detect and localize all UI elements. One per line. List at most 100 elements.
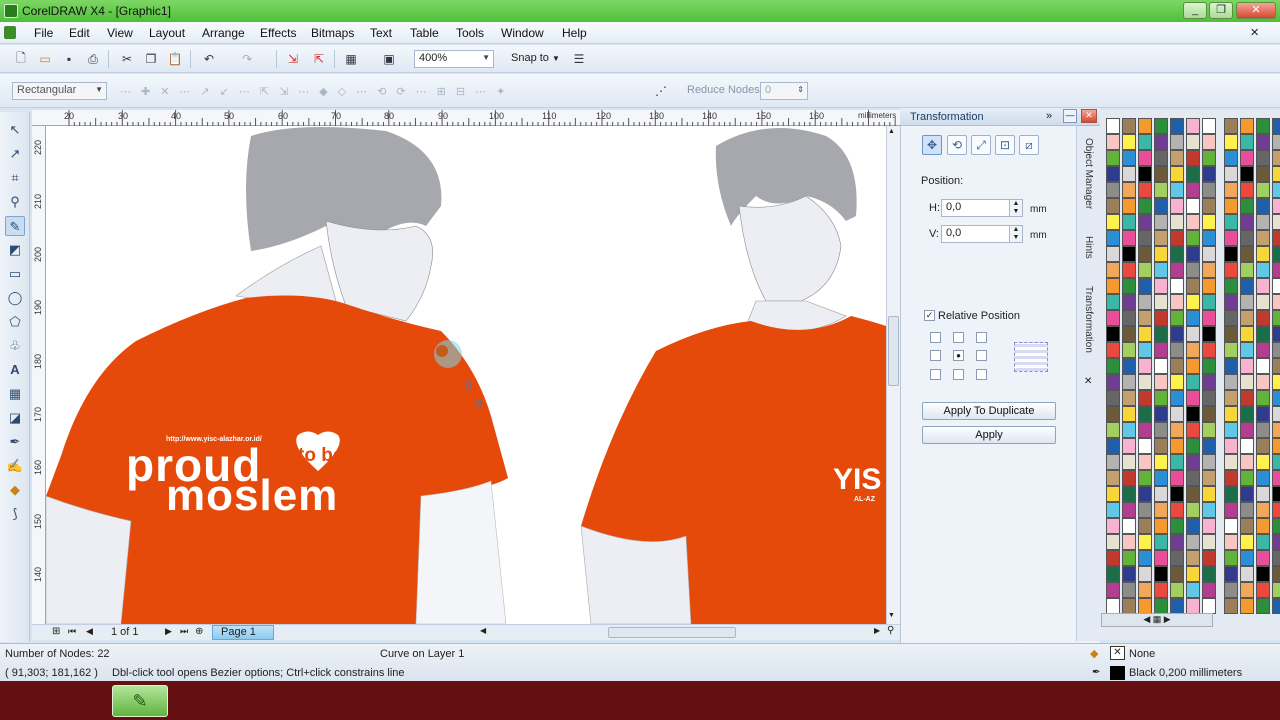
menu-arrange[interactable]: Arrange [202, 26, 245, 40]
palette-swatch[interactable] [1202, 374, 1216, 390]
palette-swatch[interactable] [1186, 230, 1200, 246]
palette-swatch[interactable] [1240, 598, 1254, 614]
palette-swatch[interactable] [1224, 438, 1238, 454]
palette-swatch[interactable] [1202, 486, 1216, 502]
menu-file[interactable]: File [34, 26, 53, 40]
coreldraw-app-icon[interactable] [4, 4, 18, 18]
palette-swatch[interactable] [1154, 486, 1168, 502]
smart-fill-icon[interactable]: ◩ [5, 240, 25, 260]
palette-swatch[interactable] [1240, 358, 1254, 374]
palette-swatch[interactable] [1256, 390, 1270, 406]
palette-swatch[interactable] [1272, 118, 1280, 134]
zoom-level-combo[interactable]: 400% ▼ [414, 50, 494, 68]
palette-swatch[interactable] [1202, 342, 1216, 358]
selection-mode-combo[interactable]: Rectangular ▼ [12, 82, 107, 100]
palette-swatch[interactable] [1154, 374, 1168, 390]
new-icon[interactable]: 🗋 [12, 50, 30, 68]
print-icon[interactable]: ⎙ [84, 50, 102, 68]
palette-swatch[interactable] [1186, 374, 1200, 390]
palette-swatch[interactable] [1154, 502, 1168, 518]
palette-swatch[interactable] [1170, 230, 1184, 246]
palette-swatch[interactable] [1256, 294, 1270, 310]
palette-swatch[interactable] [1154, 518, 1168, 534]
palette-swatch[interactable] [1122, 134, 1136, 150]
palette-swatch[interactable] [1240, 198, 1254, 214]
apply-button[interactable]: Apply [922, 426, 1056, 444]
palette-swatch[interactable] [1224, 550, 1238, 566]
minimize-button[interactable]: _ [1183, 2, 1207, 19]
palette-swatch[interactable] [1106, 438, 1120, 454]
palette-swatch[interactable] [1240, 470, 1254, 486]
palette-swatch[interactable] [1186, 566, 1200, 582]
palette-swatch[interactable] [1256, 582, 1270, 598]
palette-swatch[interactable] [1106, 230, 1120, 246]
anchor-bc[interactable] [953, 369, 964, 380]
palette-swatch[interactable] [1240, 534, 1254, 550]
relative-position-checkbox[interactable]: ✓ [924, 310, 935, 321]
tab-close-icon[interactable]: ✕ [1084, 376, 1092, 387]
palette-swatch[interactable] [1138, 486, 1152, 502]
doc-close-icon[interactable]: ✕ [1250, 26, 1259, 39]
palette-swatch[interactable] [1256, 150, 1270, 166]
palette-swatch[interactable] [1138, 438, 1152, 454]
palette-swatch[interactable] [1202, 230, 1216, 246]
palette-swatch[interactable] [1122, 326, 1136, 342]
palette-swatch[interactable] [1106, 342, 1120, 358]
palette-swatch[interactable] [1224, 406, 1238, 422]
palette-swatch[interactable] [1170, 550, 1184, 566]
palette-swatch[interactable] [1106, 470, 1120, 486]
palette-swatch[interactable] [1106, 214, 1120, 230]
palette-swatch[interactable] [1186, 166, 1200, 182]
palette-swatch[interactable] [1186, 534, 1200, 550]
palette-swatch[interactable] [1138, 470, 1152, 486]
palette-swatch[interactable] [1122, 182, 1136, 198]
palette-swatch[interactable] [1256, 438, 1270, 454]
palette-swatch[interactable] [1106, 278, 1120, 294]
palette-swatch[interactable] [1240, 214, 1254, 230]
no-fill-swatch[interactable]: ✕ [1110, 646, 1125, 660]
anchor-center[interactable]: ● [953, 350, 964, 361]
palette-swatch[interactable] [1154, 582, 1168, 598]
palette-swatch[interactable] [1224, 502, 1238, 518]
palette-swatch[interactable] [1138, 230, 1152, 246]
palette-swatch[interactable] [1106, 134, 1120, 150]
palette-swatch[interactable] [1240, 582, 1254, 598]
palette-swatch[interactable] [1202, 582, 1216, 598]
palette-swatch[interactable] [1154, 454, 1168, 470]
palette-swatch[interactable] [1154, 230, 1168, 246]
anchor-tr[interactable] [976, 332, 987, 343]
palette-swatch[interactable] [1186, 582, 1200, 598]
palette-swatch[interactable] [1170, 310, 1184, 326]
redo-icon[interactable]: ↷ [238, 50, 256, 68]
palette-swatch[interactable] [1272, 182, 1280, 198]
palette-swatch[interactable] [1154, 550, 1168, 566]
palette-swatch[interactable] [1224, 598, 1238, 614]
palette-swatch[interactable] [1122, 118, 1136, 134]
palette-swatch[interactable] [1256, 422, 1270, 438]
anchor-mr[interactable] [976, 350, 987, 361]
vertical-ruler[interactable]: 220 210 200 190 180 170 160 150 140 [32, 126, 46, 626]
palette-swatch[interactable] [1122, 566, 1136, 582]
palette-swatch[interactable] [1170, 470, 1184, 486]
palette-swatch[interactable] [1256, 486, 1270, 502]
palette-swatch[interactable] [1224, 342, 1238, 358]
palette-swatch[interactable] [1186, 550, 1200, 566]
menu-edit[interactable]: Edit [69, 26, 90, 40]
maximize-button[interactable]: ❐ [1209, 2, 1233, 19]
scale-transform-icon[interactable]: ⤢ [971, 135, 991, 155]
drawing-canvas[interactable]: http://www.yisc-alazhar.or.id/ proud to … [46, 126, 886, 624]
palette-swatch[interactable] [1224, 214, 1238, 230]
fill-icon[interactable]: ◆ [5, 480, 25, 500]
palette-swatch[interactable] [1202, 390, 1216, 406]
palette-swatch[interactable] [1224, 326, 1238, 342]
palette-swatch[interactable] [1272, 262, 1280, 278]
palette-swatch[interactable] [1170, 134, 1184, 150]
close-button[interactable]: ✕ [1236, 2, 1276, 19]
palette-swatch[interactable] [1154, 150, 1168, 166]
palette-swatch[interactable] [1240, 294, 1254, 310]
palette-swatch[interactable] [1240, 118, 1254, 134]
palette-swatch[interactable] [1256, 406, 1270, 422]
palette-swatch[interactable] [1186, 326, 1200, 342]
palette-swatch[interactable] [1202, 310, 1216, 326]
palette-swatch[interactable] [1186, 310, 1200, 326]
